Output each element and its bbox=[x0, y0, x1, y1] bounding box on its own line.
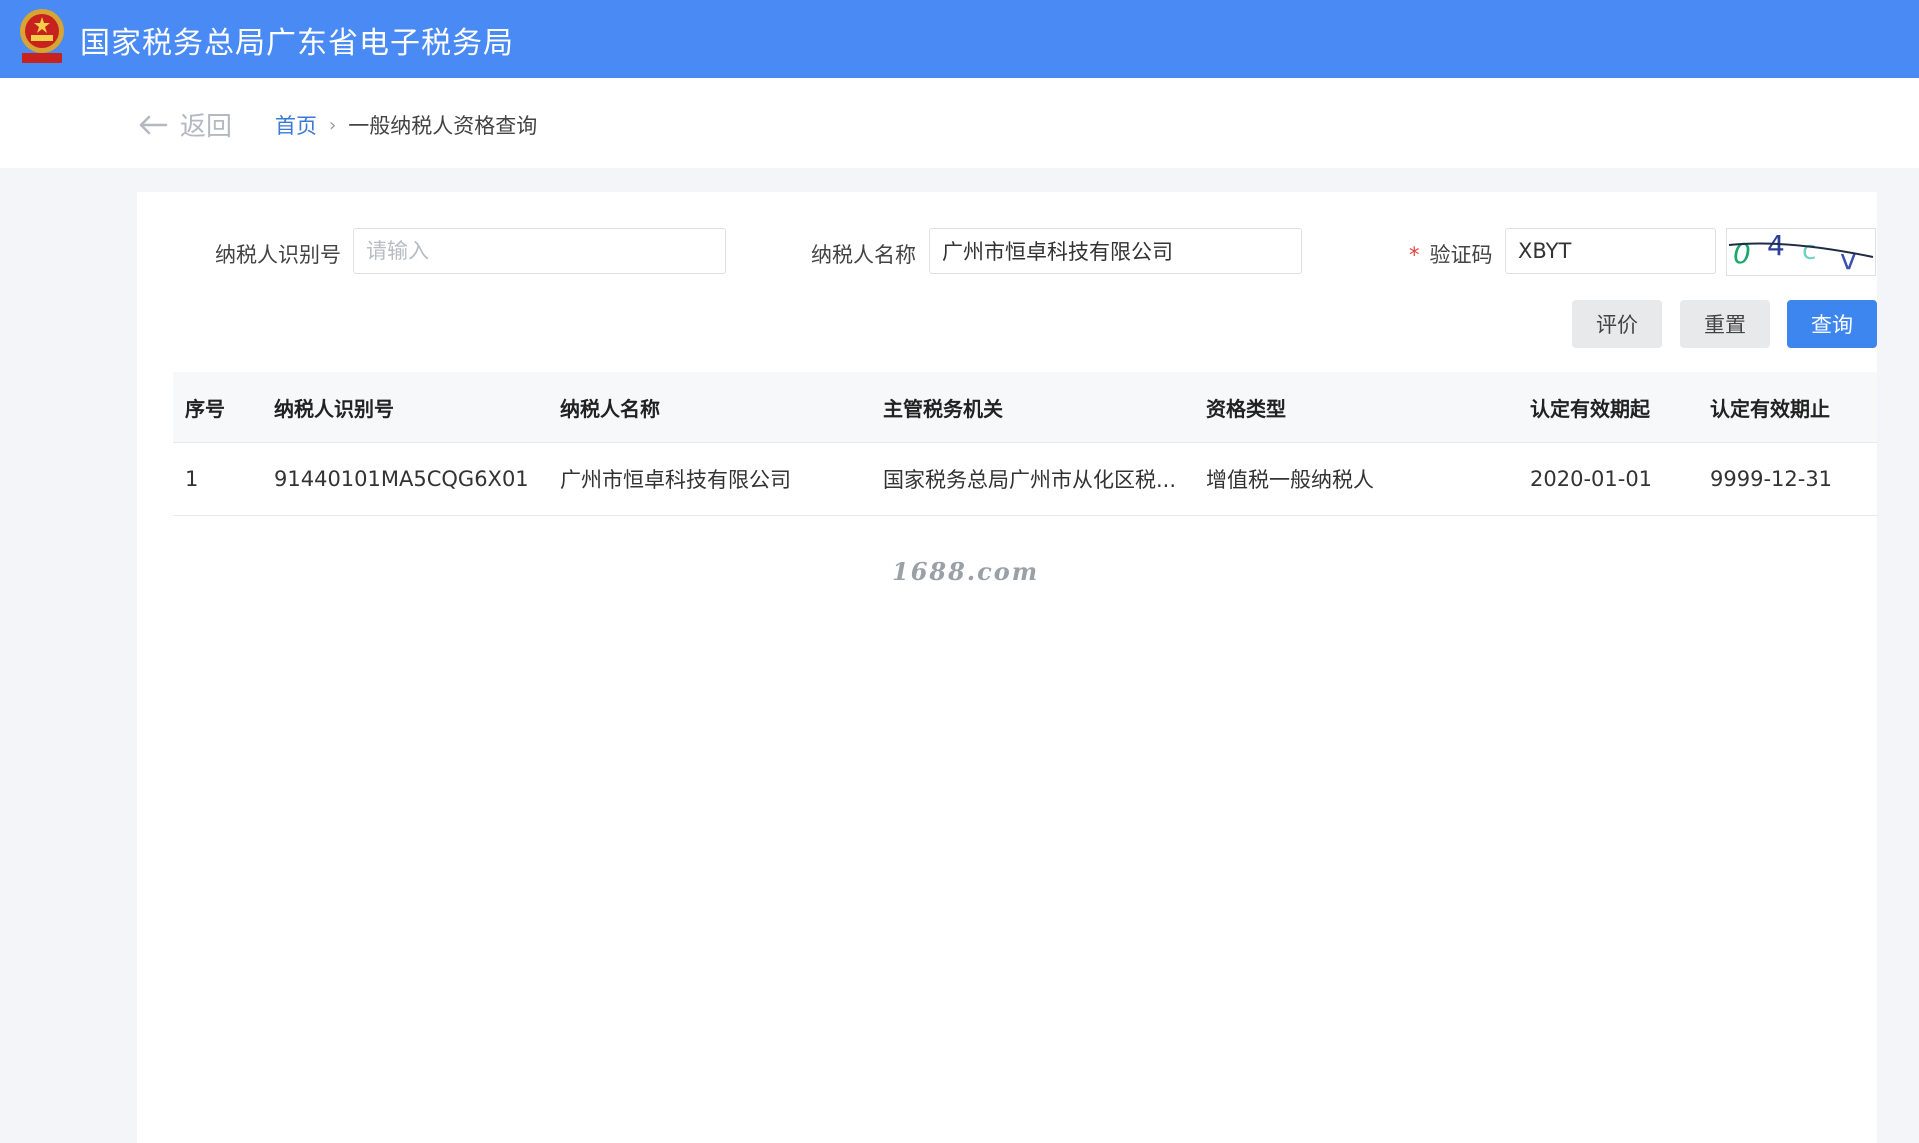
captcha-image[interactable]: 0 4 c v bbox=[1726, 228, 1876, 276]
query-panel: 纳税人识别号 纳税人名称 * 验证码 0 4 c v 评价 重置 查询 序号 纳税… bbox=[137, 192, 1877, 1143]
table-header: 序号 纳税人识别号 纳税人名称 主管税务机关 资格类型 认定有效期起 认定有效期… bbox=[173, 372, 1877, 443]
cell-taxpayer-id: 91440101MA5CQG6X01 bbox=[274, 467, 529, 491]
taxpayer-name-input[interactable] bbox=[929, 228, 1302, 274]
taxpayer-id-label: 纳税人识别号 bbox=[215, 243, 341, 267]
column-header: 序号 bbox=[185, 396, 225, 421]
captcha-char: v bbox=[1840, 243, 1857, 275]
table-row[interactable]: 1 91440101MA5CQG6X01 广州市恒卓科技有限公司 国家税务总局广… bbox=[173, 443, 1877, 516]
back-button[interactable]: 返回 bbox=[138, 106, 232, 143]
taxpayer-id-input[interactable] bbox=[353, 228, 726, 274]
captcha-graphic: 0 4 c v bbox=[1728, 229, 1874, 276]
cell-taxpayer-name: 广州市恒卓科技有限公司 bbox=[560, 468, 791, 492]
required-mark: * bbox=[1409, 243, 1420, 267]
cell-qualification-type: 增值税一般纳税人 bbox=[1206, 468, 1374, 492]
column-header: 认定有效期起 bbox=[1530, 396, 1650, 421]
captcha-label-wrap: * 验证码 bbox=[1409, 239, 1493, 269]
breadcrumb-home-link[interactable]: 首页 bbox=[275, 110, 317, 140]
app-header: 国家税务总局广东省电子税务局 bbox=[0, 0, 1919, 78]
column-header: 资格类型 bbox=[1206, 396, 1286, 421]
captcha-char: 0 bbox=[1733, 237, 1751, 270]
watermark: 1688.com bbox=[892, 557, 1040, 586]
cell-tax-authority: 国家税务总局广州市从化区税... bbox=[883, 468, 1177, 492]
column-header: 纳税人识别号 bbox=[274, 396, 394, 421]
arrow-left-icon bbox=[139, 115, 168, 134]
cell-valid-from: 2020-01-01 bbox=[1530, 467, 1653, 491]
breadcrumb-separator: › bbox=[329, 114, 337, 136]
captcha-char: c bbox=[1802, 236, 1816, 266]
results-table: 序号 纳税人识别号 纳税人名称 主管税务机关 资格类型 认定有效期起 认定有效期… bbox=[173, 372, 1877, 516]
query-button[interactable]: 查询 bbox=[1787, 300, 1877, 348]
cell-index: 1 bbox=[185, 467, 199, 491]
breadcrumb-current: 一般纳税人资格查询 bbox=[348, 114, 538, 138]
reset-button[interactable]: 重置 bbox=[1680, 300, 1770, 348]
top-nav-bar: 返回 首页 › 一般纳税人资格查询 bbox=[0, 78, 1919, 168]
breadcrumb: 首页 › 一般纳税人资格查询 bbox=[275, 110, 537, 140]
cell-valid-to: 9999-12-31 bbox=[1710, 467, 1833, 491]
column-header: 纳税人名称 bbox=[560, 396, 660, 421]
captcha-char: 4 bbox=[1767, 229, 1785, 262]
back-label: 返回 bbox=[180, 112, 233, 142]
column-header: 认定有效期止 bbox=[1710, 396, 1830, 421]
national-emblem-icon bbox=[20, 9, 64, 63]
captcha-label: 验证码 bbox=[1429, 243, 1493, 267]
site-title: 国家税务总局广东省电子税务局 bbox=[80, 26, 514, 61]
column-header: 主管税务机关 bbox=[883, 396, 1003, 421]
taxpayer-name-label: 纳税人名称 bbox=[811, 243, 916, 267]
evaluate-button[interactable]: 评价 bbox=[1572, 300, 1662, 348]
captcha-input[interactable] bbox=[1505, 228, 1716, 274]
